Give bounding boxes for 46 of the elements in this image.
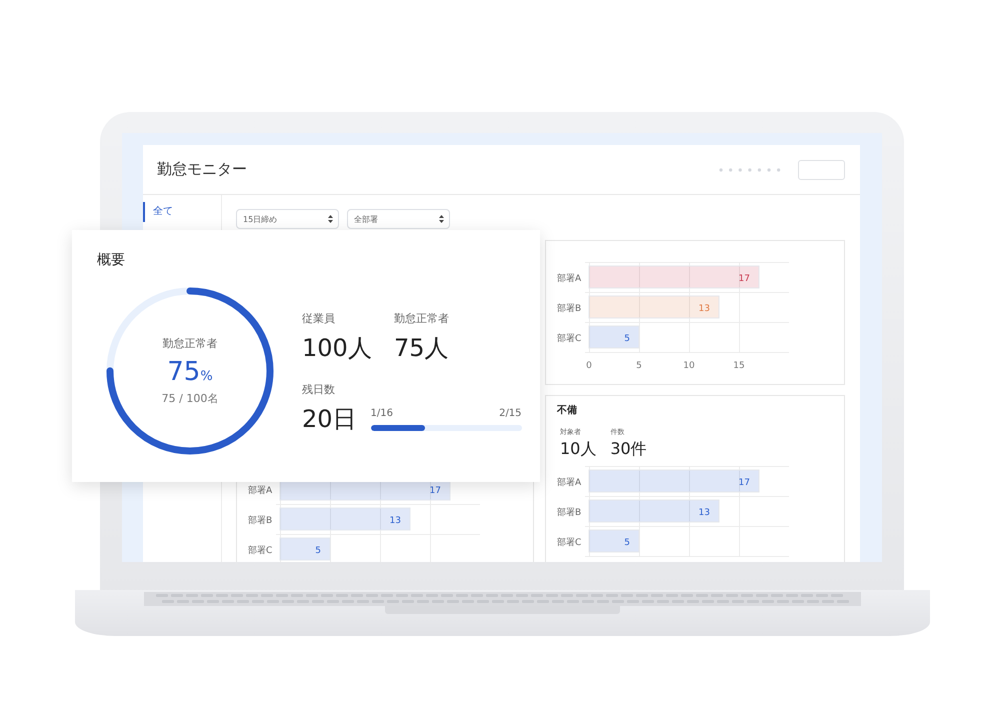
header-button[interactable]: [798, 160, 845, 180]
category-label: 部署A: [248, 486, 272, 496]
category-label: 部署A: [557, 274, 582, 284]
stat-value: 100人: [302, 333, 373, 364]
dropdown[interactable]: 15日締め: [236, 209, 339, 229]
category-label: 部署A: [557, 478, 582, 488]
bar-value: 13: [698, 304, 710, 314]
sidebar-item[interactable]: 全て: [143, 202, 221, 222]
updown-caret-icon: [328, 215, 333, 223]
ring-detail: 75 / 100名: [162, 391, 218, 406]
bar-value: 5: [315, 546, 321, 556]
category-label: 部署B: [248, 516, 272, 526]
ring-caption: 勤怠正常者: [162, 336, 218, 351]
bar-value: 17: [738, 478, 750, 488]
bar-value: 13: [390, 516, 401, 526]
category-label: 部署B: [557, 508, 582, 518]
stat-value: 10人: [560, 439, 596, 460]
bar-value: 5: [624, 334, 630, 344]
end-date: 2/15: [499, 408, 522, 419]
dropdown[interactable]: 全部署: [347, 209, 450, 229]
tick-label: 5: [636, 361, 642, 371]
percent-value: 75: [167, 357, 200, 387]
bar-value: 17: [738, 274, 750, 284]
percent-unit: %: [200, 369, 213, 384]
app-title: 勤怠モニター: [157, 160, 247, 179]
bar-value: 5: [624, 538, 630, 548]
category-label: 部署C: [557, 538, 582, 548]
stat-label: 従業員: [302, 311, 336, 326]
start-date: 1/16: [370, 408, 394, 419]
category-label: 部署C: [248, 546, 272, 556]
tick-label: 15: [733, 361, 745, 371]
bar-value: 13: [698, 508, 710, 518]
category-label: 部署C: [557, 334, 582, 344]
card-title: 不備: [557, 404, 578, 417]
stat-label: 勤怠正常者: [394, 311, 450, 326]
updown-caret-icon: [439, 215, 444, 223]
stat-label: 残日数: [302, 382, 336, 397]
stat-value: 20日: [302, 404, 357, 435]
dots-icon: [719, 168, 781, 172]
tick-label: 10: [683, 361, 695, 371]
category-label: 部署B: [557, 304, 582, 314]
card-title: 概要: [97, 251, 126, 269]
stat-value: 75人: [394, 333, 450, 364]
tick-label: 0: [586, 361, 592, 371]
bar-value: 17: [430, 486, 441, 496]
stat-value: 30件: [610, 439, 647, 460]
